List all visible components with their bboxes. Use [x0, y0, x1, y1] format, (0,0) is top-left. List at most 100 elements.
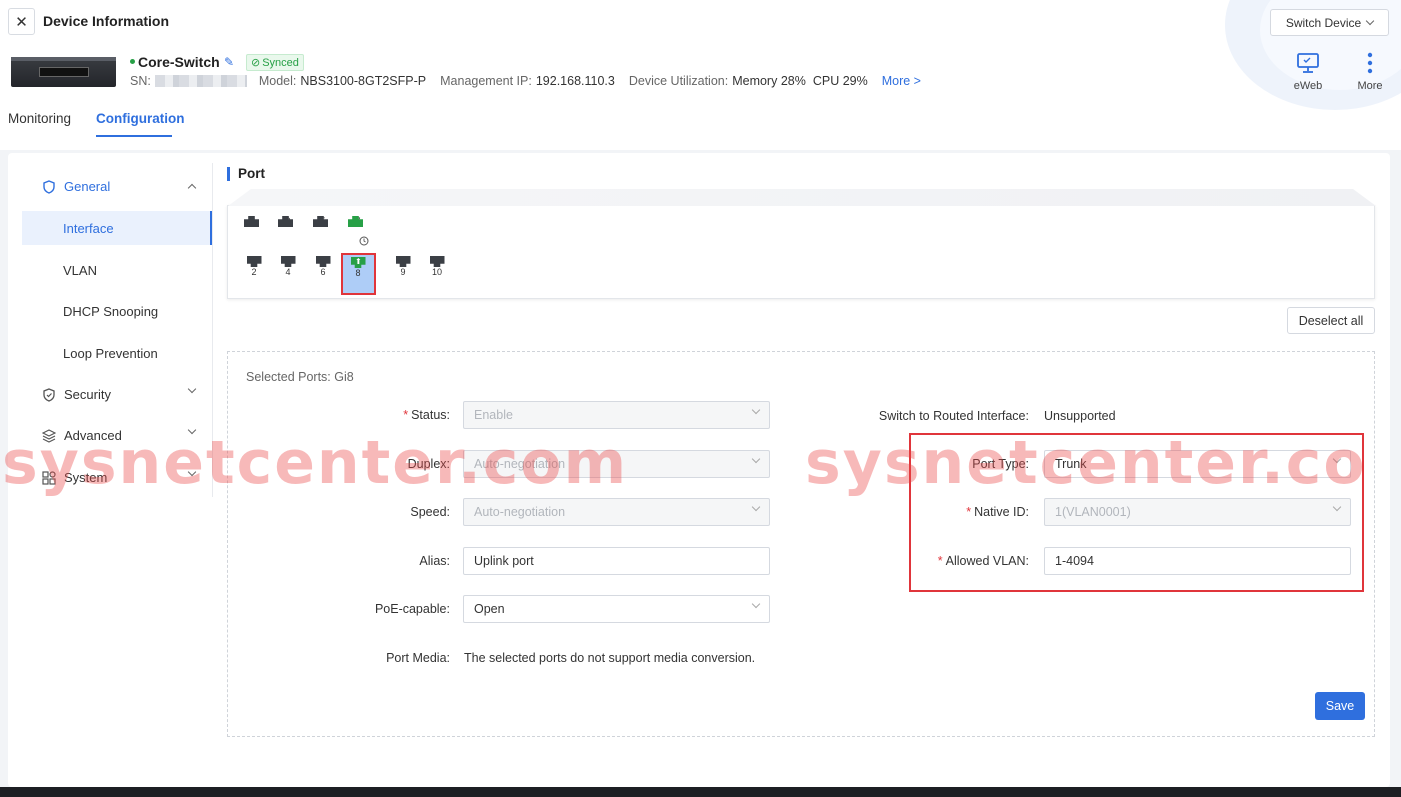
- edit-pencil-icon[interactable]: ✎: [224, 55, 234, 69]
- chevron-down-icon: [187, 467, 197, 477]
- port-4[interactable]: 4: [278, 256, 298, 277]
- sidebar-security-label: Security: [64, 387, 111, 402]
- alias-input[interactable]: Uplink port: [463, 547, 770, 575]
- ethernet-port-up-icon: [348, 216, 363, 227]
- port-media-label: Port Media:: [386, 651, 450, 665]
- device-info-line: SN: Model: NBS3100-8GT2SFP-P Management …: [130, 74, 921, 88]
- sidebar-advanced-label: Advanced: [64, 428, 122, 443]
- port-7[interactable]: 7: [348, 216, 369, 246]
- switch-device-button[interactable]: Switch Device: [1270, 9, 1389, 36]
- layers-icon: [42, 428, 56, 443]
- routed-interface-label: Switch to Routed Interface:: [878, 409, 1029, 423]
- device-name: Core-Switch: [138, 54, 220, 70]
- sidebar-system-label: System: [64, 470, 108, 485]
- chevron-down-icon: [751, 405, 761, 415]
- chevron-down-icon: [751, 454, 761, 464]
- chevron-up-icon: [187, 183, 197, 193]
- sidebar-group-advanced[interactable]: Advanced: [42, 425, 197, 443]
- sn-blurred-value: [154, 75, 247, 87]
- sidebar-group-general[interactable]: General: [42, 179, 197, 194]
- port-6[interactable]: 6: [313, 256, 333, 277]
- utilization-label: Device Utilization:: [628, 74, 729, 88]
- poe-value: Open: [474, 602, 505, 616]
- poe-label: PoE-capable:: [374, 602, 450, 616]
- duplex-select[interactable]: Auto-negotiation: [463, 450, 770, 478]
- port-5[interactable]: 5: [313, 216, 333, 227]
- ethernet-port-icon: [313, 216, 328, 227]
- eweb-button[interactable]: eWeb: [1288, 46, 1328, 92]
- poe-indicator-icon: [359, 236, 369, 246]
- chevron-down-icon: [187, 384, 197, 394]
- status-label: * Status:: [403, 408, 450, 422]
- shield-icon: [43, 179, 55, 194]
- more-button[interactable]: More: [1350, 46, 1390, 92]
- eweb-label: eWeb: [1293, 80, 1323, 92]
- more-info-link[interactable]: More >: [882, 74, 921, 88]
- mgmt-ip-label: Management IP:: [440, 74, 532, 88]
- sidebar-item-interface[interactable]: Interface: [22, 211, 212, 245]
- panel-bevel: [228, 189, 1376, 206]
- port-section-title: Port: [227, 167, 265, 181]
- sn-label: SN:: [130, 74, 151, 88]
- status-select[interactable]: Enable: [463, 401, 770, 429]
- sidebar-divider: [212, 163, 213, 497]
- tab-monitoring[interactable]: Monitoring: [8, 111, 71, 126]
- mgmt-ip-value: 192.168.110.3: [535, 74, 615, 88]
- ethernet-port-icon: [278, 216, 293, 227]
- memory-value: Memory 28%: [732, 74, 806, 88]
- sidebar-general-label: General: [64, 179, 111, 194]
- device-image: [11, 57, 116, 87]
- port-10[interactable]: 10: [427, 256, 447, 277]
- sidebar-group-security[interactable]: Security: [42, 384, 197, 402]
- ethernet-port-icon: [244, 216, 259, 227]
- close-button[interactable]: ✕: [8, 8, 35, 35]
- close-icon: ✕: [15, 13, 28, 31]
- port-2[interactable]: 2: [244, 256, 264, 277]
- poe-select[interactable]: Open: [463, 595, 770, 623]
- port-1[interactable]: 1: [244, 216, 264, 227]
- port-9[interactable]: 9: [393, 256, 413, 277]
- port-media-value: The selected ports do not support media …: [464, 651, 756, 665]
- page-title: Device Information: [43, 13, 170, 29]
- deselect-all-button[interactable]: Deselect all: [1287, 307, 1375, 334]
- arrow-up-icon: ⬆: [355, 257, 362, 266]
- port-number: 4: [285, 267, 291, 277]
- port-config-form: Selected Ports: Gi8 * Status: Enable Dupl…: [227, 351, 1375, 737]
- online-status-dot: [130, 59, 135, 64]
- duplex-label: Duplex:: [407, 457, 450, 471]
- check-circle-icon: ⊘: [251, 57, 261, 69]
- port-number: 2: [251, 267, 257, 277]
- port-number: 8: [355, 268, 361, 278]
- speed-select[interactable]: Auto-negotiation: [463, 498, 770, 526]
- grid-icon: [42, 470, 56, 485]
- ethernet-port-icon: [246, 256, 262, 267]
- sidebar-item-vlan[interactable]: VLAN: [22, 253, 212, 287]
- sidebar-item-loop-prevention[interactable]: Loop Prevention: [22, 336, 212, 370]
- main-card: General Interface VLAN DHCP Snooping Loo…: [8, 153, 1390, 787]
- model-value: NBS3100-8GT2SFP-P: [300, 74, 427, 88]
- bottom-bar: [0, 787, 1401, 797]
- status-value: Enable: [474, 408, 513, 422]
- sidebar-group-system[interactable]: System: [42, 467, 197, 485]
- tab-configuration[interactable]: Configuration: [96, 111, 184, 126]
- cpu-value: CPU 29%: [812, 74, 868, 88]
- port-3[interactable]: 3: [278, 216, 298, 227]
- synced-label: Synced: [262, 56, 299, 69]
- port-panel: 1 3 5 7 2 4 6 9: [227, 189, 1376, 299]
- switch-device-label: Switch Device: [1285, 15, 1362, 30]
- chevron-down-icon: [1365, 16, 1375, 25]
- alias-value: Uplink port: [474, 554, 534, 568]
- alias-label: Alias:: [419, 554, 450, 568]
- port-8-selected[interactable]: 8 ⬆: [341, 253, 376, 295]
- sidebar-item-dhcp-snooping[interactable]: DHCP Snooping: [22, 294, 212, 328]
- header: ✕ Device Information Switch Device Core-…: [0, 0, 1401, 150]
- port-number: 10: [431, 267, 442, 277]
- selected-ports-text: Selected Ports: Gi8: [246, 370, 354, 384]
- model-label: Model:: [258, 74, 297, 88]
- save-button[interactable]: Save: [1315, 692, 1365, 720]
- chevron-down-icon: [187, 425, 197, 435]
- speed-value: Auto-negotiation: [474, 505, 566, 519]
- port-number: 9: [400, 267, 406, 277]
- sfp-port-icon: [429, 256, 445, 267]
- highlight-box: [909, 433, 1364, 592]
